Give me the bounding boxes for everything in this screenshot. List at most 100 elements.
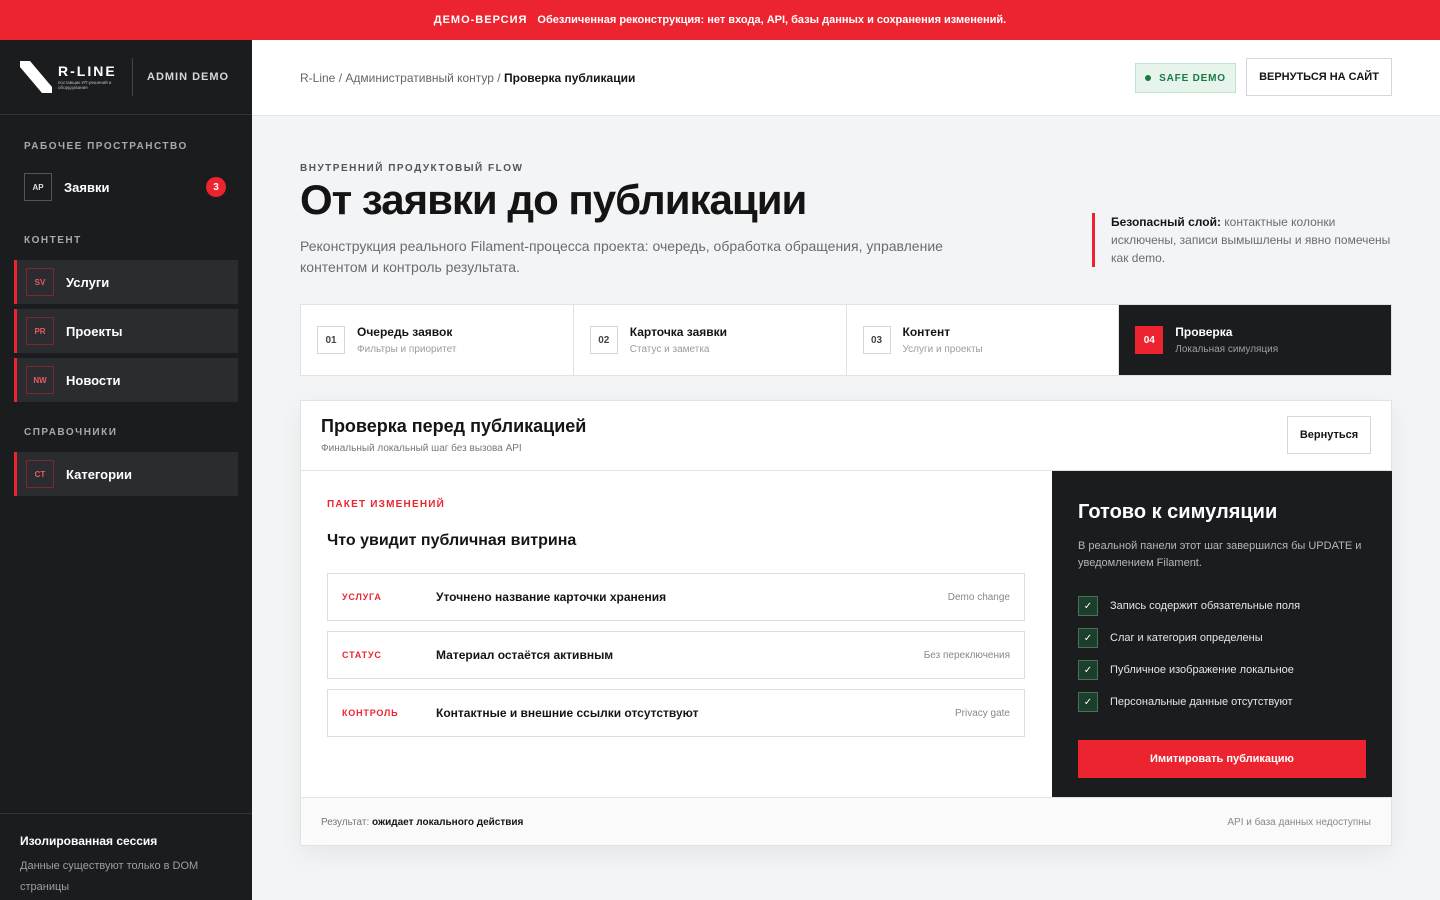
step-content[interactable]: 03 Контент Услуги и проекты — [847, 305, 1120, 375]
simulate-publish-button[interactable]: Имитировать публикацию — [1078, 740, 1366, 778]
result-label: Результат: — [321, 817, 373, 828]
projects-abbr-icon: PR — [26, 317, 54, 345]
breadcrumb-admin[interactable]: Административный контур — [345, 71, 494, 85]
step-number: 04 — [1135, 326, 1164, 354]
result-value: ожидает локального действия — [372, 817, 524, 828]
status-dot-icon — [1145, 75, 1152, 81]
change-row: УСЛУГА Уточнено название карточки хранен… — [327, 573, 1025, 621]
sidebar-item-services[interactable]: SV Услуги — [14, 260, 238, 304]
check-icon: ✓ — [1078, 596, 1098, 616]
section-workspace: РАБОЧЕЕ ПРОСТРАНСТВО — [24, 141, 188, 152]
checklist-item: ✓ Слаг и категория определены — [1078, 622, 1366, 654]
simulation-desc: В реальной панели этот шаг завершился бы… — [1078, 540, 1362, 569]
card-title: Проверка перед публикацией — [321, 416, 587, 436]
back-to-site-button[interactable]: ВЕРНУТЬСЯ НА САЙТ — [1246, 58, 1392, 96]
checklist-item: ✓ Публичное изображение локальное — [1078, 654, 1366, 686]
session-title: Изолированная сессия — [20, 834, 158, 848]
step-subtitle: Статус и заметка — [629, 344, 710, 355]
step-title: Карточка заявки — [629, 325, 728, 339]
step-review[interactable]: 04 Проверка Локальная симуляция — [1119, 305, 1391, 375]
brand-name: R-LINE — [58, 63, 117, 79]
back-button[interactable]: Вернуться — [1287, 416, 1371, 454]
sidebar-item-projects[interactable]: PR Проекты — [14, 309, 238, 353]
step-title: Очередь заявок — [357, 325, 453, 339]
change-value: Уточнено название карточки хранения — [436, 590, 667, 604]
step-number: 02 — [589, 326, 618, 354]
hero-description: Реконструкция реального Filament-процесс… — [300, 238, 943, 275]
categories-abbr-icon: CT — [26, 460, 54, 488]
section-references: СПРАВОЧНИКИ — [24, 427, 118, 438]
safe-demo-label: SAFE DEMO — [1159, 72, 1226, 84]
brand[interactable]: R-LINE поставщик ИТ-решений и оборудован… — [0, 40, 252, 115]
change-note: Без переключения — [923, 649, 1010, 661]
safety-note: Безопасный слой: контактные колонки искл… — [1092, 213, 1392, 267]
checklist-label: Персональные данные отсутствуют — [1110, 696, 1293, 708]
demo-banner: ДЕМО-ВЕРСИЯ Обезличенная реконструкция: … — [0, 0, 1440, 40]
step-number: 03 — [862, 326, 891, 354]
sidebar-item-categories[interactable]: CT Категории — [14, 452, 238, 496]
breadcrumb: R-Line / Административный контур / Прове… — [300, 71, 635, 85]
news-abbr-icon: NW — [26, 366, 54, 394]
step-subtitle: Услуги и проекты — [902, 344, 983, 355]
demo-text: Обезличенная реконструкция: нет входа, A… — [537, 14, 1007, 26]
step-title: Контент — [902, 325, 951, 339]
page-title: От заявки до публикации — [300, 176, 807, 223]
change-note: Privacy gate — [954, 707, 1010, 719]
package-label: ПАКЕТ ИЗМЕНЕНИЙ — [327, 499, 446, 510]
session-info: Изолированная сессия Данные существуют т… — [0, 813, 252, 900]
change-note: Demo change — [947, 591, 1010, 603]
sidebar-item-requests[interactable]: AP Заявки 3 — [14, 165, 238, 209]
change-row: КОНТРОЛЬ Контактные и внешние ссылки отс… — [327, 689, 1025, 737]
checklist-item: ✓ Запись содержит обязательные поля — [1078, 590, 1366, 622]
sidebar-item-label: Заявки — [64, 179, 110, 195]
services-abbr-icon: SV — [26, 268, 54, 296]
sidebar-item-label: Новости — [66, 372, 121, 388]
step-subtitle: Фильтры и приоритет — [357, 344, 457, 355]
package-title: Что увидит публичная витрина — [327, 532, 577, 549]
check-icon: ✓ — [1078, 628, 1098, 648]
sidebar-item-label: Услуги — [66, 274, 110, 290]
session-desc: Данные существуют только в DOM страницы — [20, 860, 199, 893]
step-number: 01 — [317, 326, 345, 354]
api-unavailable-note: API и база данных недоступны — [1227, 817, 1371, 828]
logo-text: R-LINE поставщик ИТ-решений и оборудован… — [58, 64, 118, 90]
card-subtitle: Финальный локальный шаг без вызова API — [321, 443, 522, 454]
breadcrumb-separator: / — [335, 71, 346, 85]
check-icon: ✓ — [1078, 692, 1098, 712]
requests-count-badge: 3 — [206, 177, 226, 197]
step-subtitle: Локальная симуляция — [1175, 344, 1279, 355]
top-header: R-Line / Административный контур / Прове… — [252, 40, 1440, 116]
flow-steps: 01 Очередь заявок Фильтры и приоритет 02… — [300, 304, 1392, 376]
checklist-label: Запись содержит обязательные поля — [1110, 600, 1301, 612]
checklist-label: Публичное изображение локальное — [1110, 664, 1294, 676]
requests-abbr-icon: AP — [24, 173, 52, 201]
sidebar: R-LINE поставщик ИТ-решений и оборудован… — [0, 40, 252, 900]
sidebar-item-news[interactable]: NW Новости — [14, 358, 238, 402]
sidebar-item-label: Категории — [66, 466, 133, 482]
brand-tagline: поставщик ИТ-решений и оборудования — [58, 80, 112, 90]
logo-icon — [20, 61, 52, 93]
section-content: КОНТЕНТ — [24, 235, 82, 246]
change-value: Контактные и внешние ссылки отсутствуют — [436, 706, 699, 720]
change-value: Материал остаётся активным — [436, 648, 614, 662]
step-queue[interactable]: 01 Очередь заявок Фильтры и приоритет — [301, 305, 574, 375]
sidebar-item-label: Проекты — [66, 323, 123, 339]
simulation-title: Готово к симуляции — [1078, 501, 1278, 523]
safe-demo-badge: SAFE DEMO — [1135, 63, 1236, 93]
step-request-card[interactable]: 02 Карточка заявки Статус и заметка — [574, 305, 847, 375]
checklist-label: Слаг и категория определены — [1110, 632, 1263, 644]
checklist-item: ✓ Персональные данные отсутствуют — [1078, 686, 1366, 718]
hero-eyebrow: ВНУТРЕННИЙ ПРОДУКТОВЫЙ FLOW — [300, 163, 524, 174]
change-key: УСЛУГА — [342, 592, 382, 602]
change-key: КОНТРОЛЬ — [342, 708, 399, 718]
card-header: Проверка перед публикацией Финальный лок… — [301, 401, 1391, 471]
check-icon: ✓ — [1078, 660, 1098, 680]
simulation-panel: Готово к симуляции В реальной панели это… — [1052, 471, 1392, 797]
card-footer: Результат: ожидает локального действия A… — [301, 797, 1391, 845]
demo-tag: ДЕМО-ВЕРСИЯ — [433, 14, 528, 26]
change-key: СТАТУС — [342, 650, 382, 660]
breadcrumb-separator: / — [493, 71, 504, 85]
admin-label: ADMIN DEMO — [147, 71, 230, 83]
safety-note-bold: Безопасный слой: — [1111, 215, 1221, 229]
breadcrumb-root[interactable]: R-Line — [300, 71, 335, 85]
